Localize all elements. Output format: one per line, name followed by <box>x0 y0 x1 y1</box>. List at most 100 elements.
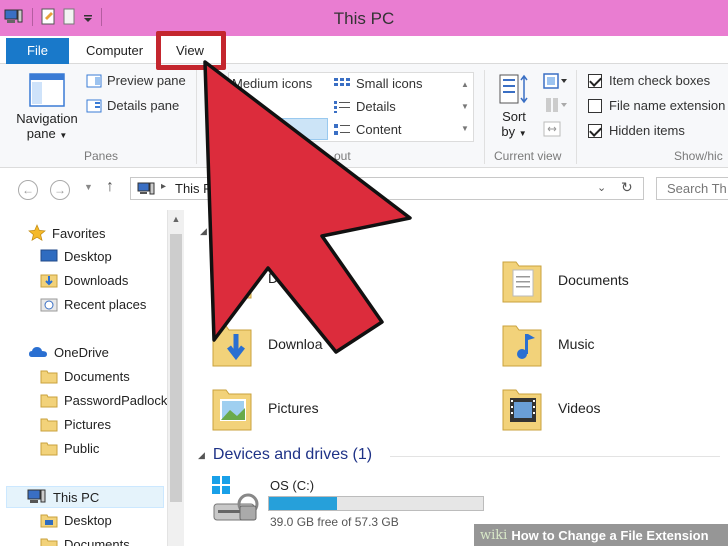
layout-scroll[interactable]: ▲ ▼ ▼ <box>458 74 472 140</box>
desktop-folder-icon <box>40 514 58 528</box>
address-dropdown-icon[interactable]: ⌄ <box>597 181 606 194</box>
folder-music-label: Music <box>558 336 595 352</box>
nav-favorites[interactable]: Favorites <box>28 224 105 242</box>
preview-pane-label: Preview pane <box>107 73 186 88</box>
folder-videos[interactable]: Videos <box>500 382 601 434</box>
address-bar[interactable]: ▸ This P ⌄ ↻ <box>130 177 644 200</box>
folder-documents-label: Documents <box>558 272 629 288</box>
section-divider <box>390 456 720 457</box>
nav-od-public-label: Public <box>64 440 100 456</box>
watermark: wiki How to Change a File Extension <box>474 524 728 546</box>
tab-computer[interactable]: Computer <box>72 40 157 64</box>
nav-recent-places-label: Recent places <box>64 296 147 312</box>
music-folder-icon <box>502 325 542 367</box>
videos-folder-icon <box>502 389 542 431</box>
hidden-items-toggle[interactable]: Hidden items <box>588 123 685 138</box>
star-icon <box>28 224 46 242</box>
navigation-pane-button[interactable]: Navigation pane ▼ <box>14 72 80 143</box>
medium-icons-option[interactable]: Medium icons <box>232 76 312 91</box>
scroll-up-icon[interactable]: ▲ <box>170 214 182 228</box>
ribbon-separator <box>484 70 485 164</box>
folder-desktop-label: Des <box>268 270 293 286</box>
drive-os-c[interactable]: OS (C:) 39.0 GB free of 57.3 GB <box>210 474 510 534</box>
search-placeholder: Search Th <box>667 181 727 196</box>
nav-downloads[interactable]: Downloads <box>40 272 128 288</box>
back-button[interactable]: ← <box>18 180 38 200</box>
folder-videos-label: Videos <box>558 400 601 416</box>
folder-music[interactable]: Music <box>500 318 595 370</box>
nav-this-pc-label: This PC <box>53 489 100 505</box>
item-check-boxes-label: Item check boxes <box>609 73 711 88</box>
devices-section-header[interactable]: ◢ Devices and drives (1) <box>198 446 372 464</box>
hidden-items-checkbox[interactable] <box>588 123 602 138</box>
nav-pc-desktop[interactable]: Desktop <box>40 512 112 528</box>
medium-icons-label: Medium icons <box>232 76 313 91</box>
recent-locations-icon[interactable]: ▼ <box>84 182 93 192</box>
file-name-extensions-label: File name extension <box>609 98 726 113</box>
details-option[interactable]: Details <box>333 99 396 114</box>
navigation-pane-icon <box>29 73 65 107</box>
collapse-icon[interactable]: ◢ <box>198 450 205 461</box>
layout-selected <box>228 118 328 140</box>
ribbon-separator <box>576 70 577 164</box>
nav-scrollbar[interactable]: ▲ <box>167 210 184 546</box>
breadcrumb[interactable]: This P <box>175 181 212 196</box>
ribbon-view: Navigation pane ▼ Preview pane Details p… <box>0 64 728 168</box>
downloads-folder-icon <box>212 325 252 367</box>
scroll-thumb[interactable] <box>170 234 182 502</box>
drive-name: OS (C:) <box>270 478 315 493</box>
documents-folder-icon <box>502 261 542 303</box>
devices-header-label: Devices and drives (1) <box>212 446 373 463</box>
sort-by-button[interactable]: Sort by ▼ <box>495 72 533 141</box>
forward-button[interactable]: → <box>50 180 70 200</box>
nav-onedrive-label: OneDrive <box>54 344 109 360</box>
nav-od-documents[interactable]: Documents <box>40 368 130 384</box>
nav-od-passwordpadlock[interactable]: PasswordPadlock <box>40 392 167 408</box>
nav-recent-places[interactable]: Recent places <box>40 296 146 312</box>
refresh-icon[interactable]: ↻ <box>621 179 633 196</box>
details-pane-button[interactable]: Details pane <box>86 98 179 113</box>
nav-pc-documents[interactable]: Documents <box>40 536 130 546</box>
nav-this-pc[interactable]: This PC <box>6 486 164 508</box>
details-pane-label: Details pane <box>107 98 180 113</box>
nav-desktop-label: Desktop <box>64 248 112 264</box>
item-check-boxes-checkbox[interactable] <box>588 73 602 88</box>
preview-pane-button[interactable]: Preview pane <box>86 73 186 88</box>
size-columns-icon[interactable] <box>542 120 564 138</box>
nav-onedrive[interactable]: OneDrive <box>28 344 109 360</box>
downloads-icon <box>40 274 58 288</box>
add-columns-icon[interactable] <box>542 96 568 114</box>
windows-drive-icon <box>212 476 259 521</box>
folder-documents[interactable]: Documents <box>500 254 629 306</box>
watermark-text: How to Change a File Extension <box>511 527 709 543</box>
item-check-boxes-toggle[interactable]: Item check boxes <box>588 73 710 88</box>
ribbon-tab-bar: File Computer <box>0 36 728 64</box>
folder-pictures[interactable]: Pictures <box>210 382 319 434</box>
content-option[interactable]: Content <box>333 122 402 137</box>
small-icons-option[interactable]: Small icons <box>333 76 422 91</box>
nav-desktop[interactable]: Desktop <box>40 248 112 264</box>
nav-downloads-label: Downloads <box>64 272 129 288</box>
content-view-icon <box>334 123 350 135</box>
up-arrow-icon[interactable]: ↑ <box>106 178 114 196</box>
nav-od-passwordpadlock-label: PasswordPadlock <box>64 392 168 408</box>
view-tab-highlight <box>156 31 226 70</box>
nav-favorites-label: Favorites <box>52 225 106 241</box>
drive-usage-fill <box>269 497 338 510</box>
group-by-icon[interactable] <box>542 72 568 90</box>
folders-collapse-icon[interactable]: ◢ <box>200 226 207 237</box>
tab-file[interactable]: File <box>6 38 69 64</box>
nav-od-public[interactable]: Public <box>40 440 99 456</box>
details-view-icon <box>334 100 350 113</box>
pictures-folder-icon <box>212 389 252 431</box>
folder-desktop[interactable]: Des <box>210 254 293 302</box>
nav-od-pictures[interactable]: Pictures <box>40 416 111 432</box>
folder-icon <box>40 442 58 456</box>
folder-downloads[interactable]: Downloa <box>210 318 322 370</box>
nav-od-documents-label: Documents <box>64 368 130 384</box>
current-view-group-label: Current view <box>494 149 562 163</box>
ribbon-separator <box>196 70 197 164</box>
search-box[interactable]: Search Th <box>656 177 728 200</box>
file-name-extensions-checkbox[interactable] <box>588 98 602 113</box>
file-name-extensions-toggle[interactable]: File name extension <box>588 98 725 113</box>
